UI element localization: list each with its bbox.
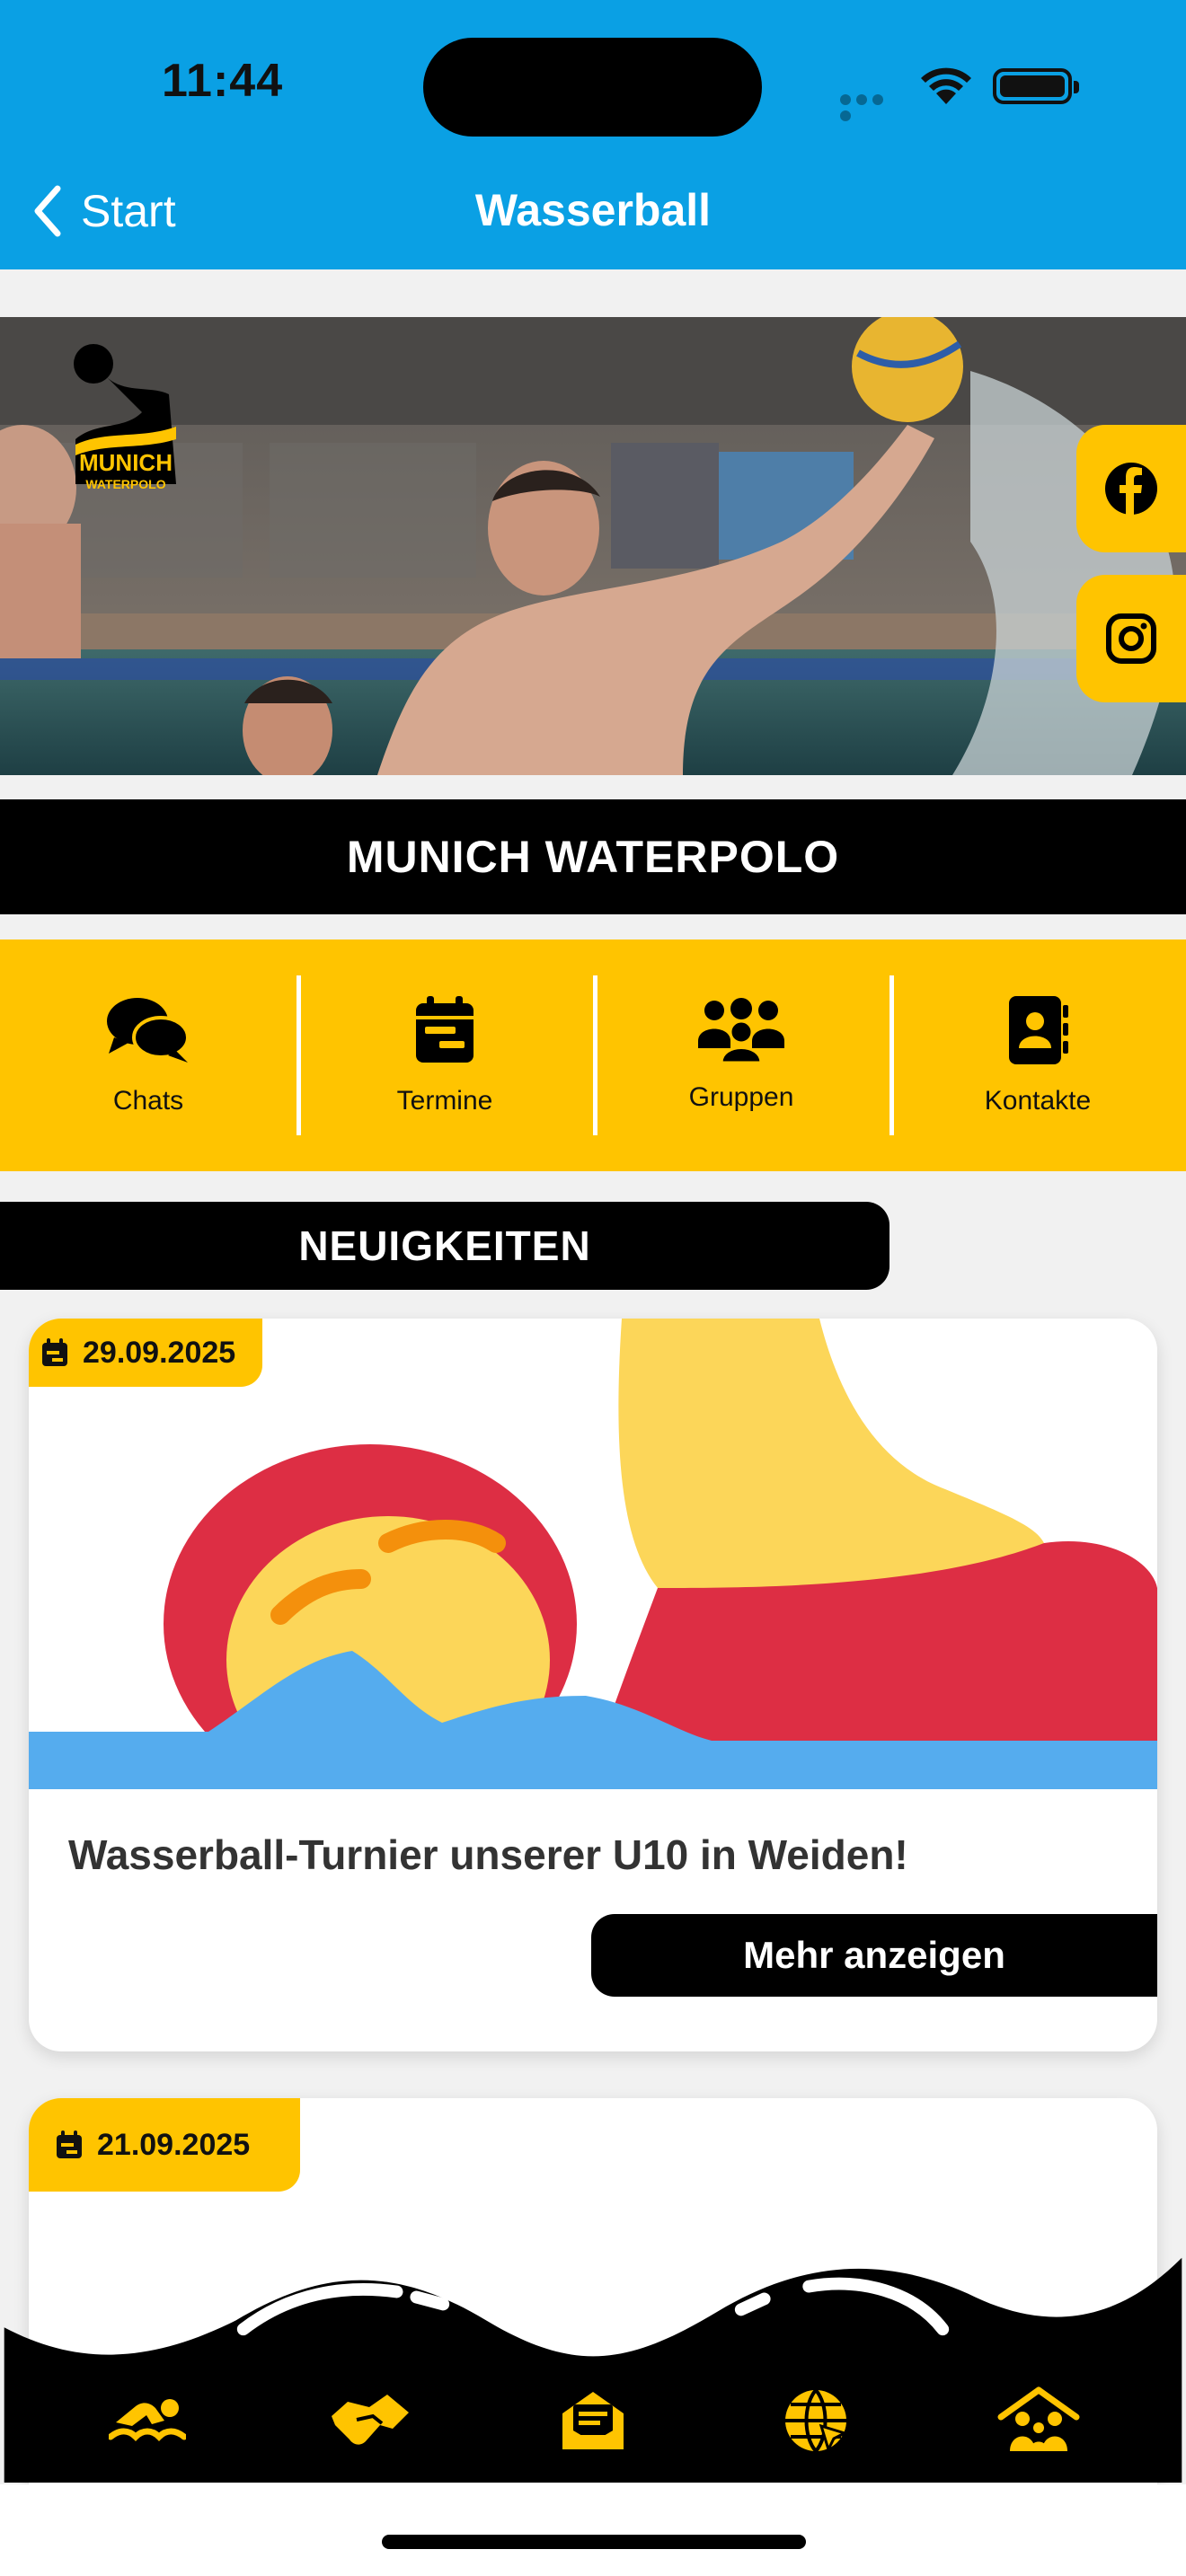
news-heading: NEUIGKEITEN	[0, 1202, 890, 1290]
calendar-icon	[416, 996, 474, 1063]
status-time: 11:44	[162, 55, 284, 107]
quick-action-gruppen[interactable]: Gruppen	[593, 940, 890, 1171]
news-title: Wasserball-Turnier unserer U10 in Weiden…	[68, 1831, 908, 1878]
facebook-button[interactable]	[1076, 425, 1186, 552]
family-home-icon	[997, 2386, 1080, 2451]
quick-action-chats[interactable]: Chats	[0, 940, 296, 1171]
instagram-icon	[1106, 613, 1156, 664]
club-name-bar: MUNICH WATERPOLO	[0, 799, 1186, 914]
contacts-book-icon	[1009, 996, 1068, 1064]
home-indicator[interactable]	[382, 2535, 806, 2549]
instagram-button[interactable]	[1076, 575, 1186, 702]
facebook-icon	[1105, 463, 1157, 516]
cellular-signal-icon	[840, 93, 903, 121]
waterpolo-photo: MUNICH WATERPOLO	[0, 317, 1186, 775]
chat-bubbles-icon	[107, 998, 190, 1063]
quick-action-termine[interactable]: Termine	[296, 940, 593, 1171]
quick-action-label: Chats	[112, 1086, 184, 1116]
page-title: Wasserball	[474, 185, 712, 235]
logo-text-2: WATERPOLO	[85, 477, 165, 491]
logo-text-1: MUNICH	[79, 449, 173, 476]
quick-action-label: Kontakte	[984, 1086, 1092, 1116]
news-card[interactable]: 29.09.2025 Wasserball-Turnier unserer U1…	[29, 1319, 1157, 2051]
tab-web[interactable]	[766, 2380, 865, 2461]
calendar-icon	[57, 2130, 82, 2158]
header: 11:44 Start Wasserball	[0, 0, 1186, 269]
tab-family[interactable]	[989, 2380, 1088, 2461]
handshake-icon	[332, 2395, 409, 2445]
calendar-icon	[42, 1338, 67, 1366]
wifi-icon	[921, 67, 971, 104]
news-image	[29, 1319, 1157, 1789]
dynamic-island	[423, 38, 762, 137]
show-more-button[interactable]: Mehr anzeigen	[591, 1914, 1157, 1997]
news-date: 21.09.2025	[97, 2127, 251, 2162]
group-icon	[698, 998, 784, 1063]
hero-image: MUNICH WATERPOLO	[0, 317, 1186, 775]
swimmer-icon	[109, 2399, 186, 2441]
date-badge: 21.09.2025	[29, 2098, 301, 2192]
quick-action-label: Gruppen	[688, 1082, 794, 1112]
quick-actions-bar: Chats Termine Gruppen Kontakte	[0, 940, 1186, 1171]
news-date: 29.09.2025	[83, 1335, 236, 1370]
tab-partners[interactable]	[321, 2380, 420, 2461]
quick-action-label: Termine	[396, 1086, 493, 1116]
quick-action-kontakte[interactable]: Kontakte	[890, 940, 1186, 1171]
mail-icon	[562, 2392, 624, 2449]
date-badge: 29.09.2025	[29, 1319, 263, 1387]
tab-swim[interactable]	[98, 2380, 197, 2461]
battery-icon	[993, 68, 1079, 104]
globe-icon	[785, 2388, 849, 2454]
tab-messages[interactable]	[544, 2380, 642, 2461]
tab-bar-icons	[0, 2380, 1186, 2461]
home-indicator-area	[0, 2484, 1186, 2576]
